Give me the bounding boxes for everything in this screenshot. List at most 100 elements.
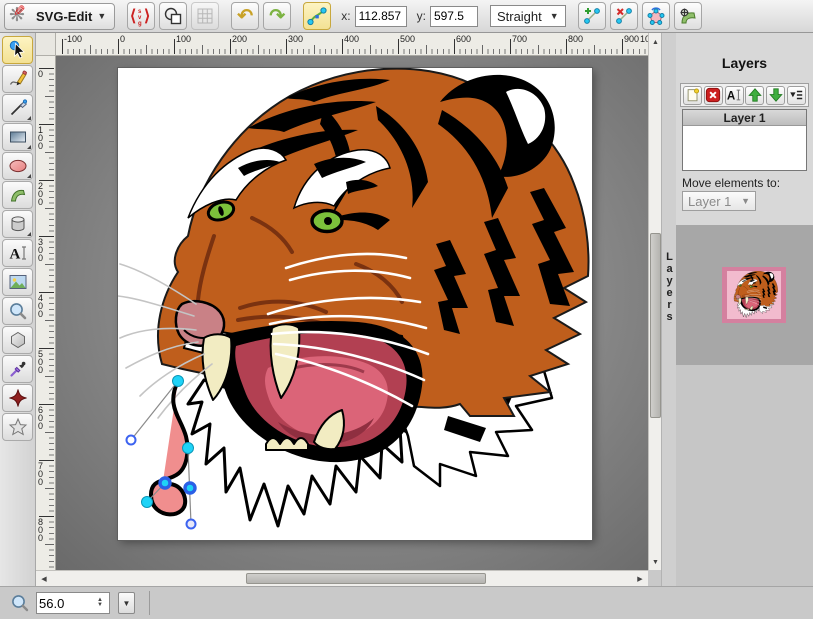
segment-type-value: Straight xyxy=(497,9,542,24)
svg-edit-logo-icon: ❋✎ xyxy=(9,5,31,27)
zoom-spinner[interactable]: ▲▼ xyxy=(93,594,107,612)
tool-eyedropper[interactable] xyxy=(2,355,33,383)
ruler-tick-label: 400 xyxy=(344,34,359,44)
path-edit-overlay[interactable] xyxy=(127,376,196,529)
horizontal-scroll-thumb[interactable] xyxy=(246,573,486,584)
selected-path-node[interactable] xyxy=(185,483,195,493)
tool-path[interactable] xyxy=(2,181,33,209)
layers-panel-toggle-strip[interactable]: L a y e r s xyxy=(661,33,676,586)
pencil-tool-icon xyxy=(8,69,28,89)
reorient-path-button[interactable] xyxy=(674,2,702,30)
tool-polygon[interactable] xyxy=(2,326,33,354)
text-tool-icon: A xyxy=(8,243,28,263)
tool-rectangle[interactable] xyxy=(2,123,33,151)
undo-icon: ↶ xyxy=(237,7,253,26)
path-node[interactable] xyxy=(183,443,194,454)
zoom-preset-dropdown[interactable]: ▼ xyxy=(118,592,135,614)
ruler-tick-label: 7 0 0 xyxy=(38,462,43,486)
add-node-icon xyxy=(582,6,602,26)
tool-zoom[interactable] xyxy=(2,297,33,325)
node-mode-icon xyxy=(307,6,327,26)
logo-label: SVG-Edit xyxy=(36,9,92,24)
ruler-tick-label: 600 xyxy=(456,34,471,44)
tool-shape-library[interactable] xyxy=(2,210,33,238)
zoom-icon xyxy=(10,593,30,613)
new-layer-icon xyxy=(685,87,701,103)
vertical-scroll-thumb[interactable] xyxy=(650,233,661,418)
divider xyxy=(149,591,150,615)
vertical-scrollbar[interactable]: ▲ ▼ xyxy=(648,33,661,570)
svg-text:A: A xyxy=(727,90,736,102)
tool-pencil[interactable] xyxy=(2,65,33,93)
shapes-button[interactable] xyxy=(159,2,187,30)
tool-connector[interactable] xyxy=(2,384,33,412)
tool-line[interactable] xyxy=(2,94,33,122)
segment-type-select[interactable]: Straight ▼ xyxy=(490,5,566,27)
ruler-tick-label: 800 xyxy=(568,34,583,44)
hexagon-icon xyxy=(8,330,28,350)
zoom-level-input[interactable] xyxy=(39,594,87,612)
add-node-button[interactable] xyxy=(578,2,606,30)
control-point-handle[interactable] xyxy=(187,520,196,529)
scroll-right-arrow[interactable]: ▶ xyxy=(633,571,647,586)
scroll-left-arrow[interactable]: ◀ xyxy=(37,571,51,586)
move-layer-up-button[interactable] xyxy=(745,86,764,105)
open-close-path-button[interactable] xyxy=(642,2,670,30)
layers-panel: Layers A xyxy=(676,33,813,586)
shapes-icon xyxy=(163,6,183,26)
tool-star[interactable] xyxy=(2,413,33,441)
main-menu-button[interactable]: ❋✎ SVG-Edit ▼ xyxy=(4,3,115,30)
tool-image[interactable] xyxy=(2,268,33,296)
arrow-down-icon xyxy=(768,87,784,103)
redo-button[interactable]: ↷ xyxy=(263,2,291,30)
y-coordinate-label: y: xyxy=(417,9,426,23)
zoom-control: ▲▼ ▼ xyxy=(10,591,150,615)
layer-menu-button[interactable] xyxy=(787,86,806,105)
path-node[interactable] xyxy=(142,497,153,508)
drawing[interactable] xyxy=(118,68,592,540)
vertical-ruler: 01 0 02 0 03 0 04 0 05 0 06 0 07 0 08 0 … xyxy=(36,56,56,570)
node-mode-button[interactable] xyxy=(303,2,331,30)
svg-edit-app: ❋✎ SVG-Edit ▼ ⟨ s v g ⟩ xyxy=(0,0,813,619)
reorient-path-icon xyxy=(678,6,698,26)
grid-button[interactable] xyxy=(191,2,219,30)
horizontal-scrollbar[interactable]: ◀ ▶ xyxy=(36,570,648,586)
move-target-value: Layer 1 xyxy=(688,194,731,209)
layer-menu-icon xyxy=(788,87,804,103)
chevron-down-icon: ▼ xyxy=(550,11,559,21)
delete-layer-button[interactable] xyxy=(704,86,723,105)
tool-select[interactable] xyxy=(2,36,33,64)
ruler-tick-label: 300 xyxy=(288,34,303,44)
workspace[interactable] xyxy=(56,56,648,570)
ruler-tick-label: 3 0 0 xyxy=(38,238,43,262)
selected-path-node[interactable] xyxy=(160,478,170,488)
redo-icon: ↷ xyxy=(269,7,285,26)
y-coordinate-input[interactable] xyxy=(430,6,478,27)
ruler-tick-label: 4 0 0 xyxy=(38,294,43,318)
ruler-corner xyxy=(36,33,56,56)
ruler-tick-label: 900 xyxy=(624,34,639,44)
move-target-select[interactable]: Layer 1 ▼ xyxy=(682,191,756,211)
svg-text:⟨: ⟨ xyxy=(130,8,136,25)
control-point-handle[interactable] xyxy=(127,436,136,445)
ruler-tick-label: 0 xyxy=(38,70,43,78)
svg-canvas[interactable] xyxy=(118,68,592,540)
delete-node-button[interactable] xyxy=(610,2,638,30)
overview-block xyxy=(676,225,813,365)
document-thumbnail[interactable] xyxy=(722,267,786,323)
ruler-tick-label: 100 xyxy=(640,34,648,44)
undo-button[interactable]: ↶ xyxy=(231,2,259,30)
layers-toolbar: A xyxy=(680,83,809,107)
path-node[interactable] xyxy=(173,376,184,387)
chevron-down-icon: ▼ xyxy=(97,11,106,21)
move-layer-down-button[interactable] xyxy=(766,86,785,105)
source-code-button[interactable]: ⟨ s v g ⟩ xyxy=(127,2,155,30)
new-layer-button[interactable] xyxy=(683,86,702,105)
x-coordinate-input[interactable] xyxy=(355,6,407,27)
source-code-icon: ⟨ s v g ⟩ xyxy=(130,5,152,27)
layer-row-selected[interactable]: Layer 1 xyxy=(683,110,806,126)
rename-layer-button[interactable]: A xyxy=(725,86,744,105)
cylinder-icon xyxy=(8,214,28,234)
tool-text[interactable]: A xyxy=(2,239,33,267)
tool-ellipse[interactable] xyxy=(2,152,33,180)
